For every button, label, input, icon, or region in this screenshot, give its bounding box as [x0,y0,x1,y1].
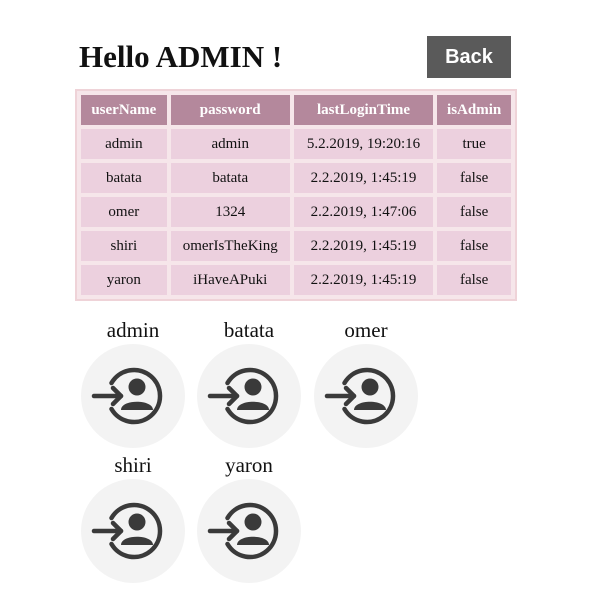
user-tile-omer[interactable]: omer [311,318,421,448]
user-tile-name: yaron [225,453,273,477]
user-tile-name: omer [344,318,388,342]
login-user-icon[interactable] [81,479,185,583]
cell-password: batata [170,163,290,193]
table-row: batata batata 2.2.2019, 1:45:19 false [81,163,511,193]
cell-username: admin [81,129,167,159]
user-tile-shiri[interactable]: shiri [78,453,188,583]
table-row: shiri omerIsTheKing 2.2.2019, 1:45:19 fa… [81,231,511,261]
cell-last-login-time: 5.2.2019, 19:20:16 [293,129,434,159]
cell-is-admin: false [437,231,511,261]
cell-is-admin: false [437,163,511,193]
cell-username: yaron [81,265,167,295]
cell-last-login-time: 2.2.2019, 1:45:19 [293,231,434,261]
cell-is-admin: false [437,265,511,295]
cell-last-login-time: 2.2.2019, 1:45:19 [293,163,434,193]
user-tile-name: batata [223,318,275,342]
cell-password: iHaveAPuki [170,265,290,295]
table-row: admin admin 5.2.2019, 19:20:16 true [81,129,511,159]
column-header-password: password [170,95,290,125]
user-tile-yaron[interactable]: yaron [194,453,304,583]
page-title: Hello ADMIN ! [79,39,283,74]
cell-username: shiri [81,231,167,261]
column-header-is-admin: isAdmin [437,95,511,125]
users-table: userName password lastLoginTime isAdmin … [75,89,517,301]
cell-is-admin: false [437,197,511,227]
cell-username: omer [81,197,167,227]
cell-password: admin [170,129,290,159]
user-tile-admin[interactable]: admin [78,318,188,448]
table-row: omer 1324 2.2.2019, 1:47:06 false [81,197,511,227]
login-user-icon[interactable] [81,344,185,448]
user-tile-name: admin [106,318,160,342]
login-user-icon[interactable] [314,344,418,448]
cell-last-login-time: 2.2.2019, 1:47:06 [293,197,434,227]
cell-is-admin: true [437,129,511,159]
login-user-icon[interactable] [197,344,301,448]
table-header-row: userName password lastLoginTime isAdmin [81,95,511,125]
login-user-icon[interactable] [197,479,301,583]
table-row: yaron iHaveAPuki 2.2.2019, 1:45:19 false [81,265,511,295]
back-button[interactable]: Back [427,36,511,78]
cell-last-login-time: 2.2.2019, 1:45:19 [293,265,434,295]
column-header-last-login-time: lastLoginTime [293,95,434,125]
column-header-username: userName [81,95,167,125]
cell-password: omerIsTheKing [170,231,290,261]
user-tile-batata[interactable]: batata [194,318,304,448]
cell-password: 1324 [170,197,290,227]
user-tile-name: shiri [114,453,152,477]
admin-page: Hello ADMIN ! Back userName password las… [0,0,602,602]
cell-username: batata [81,163,167,193]
